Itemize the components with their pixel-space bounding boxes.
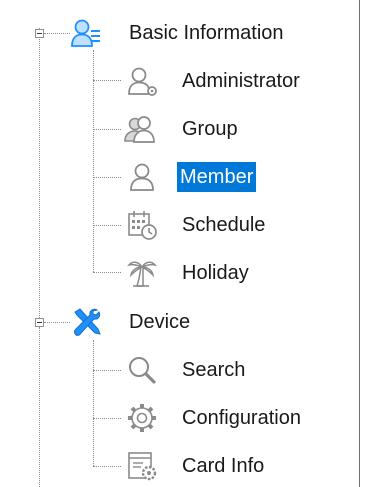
magnifier-icon	[126, 354, 158, 386]
tools-icon	[71, 306, 103, 338]
palm-tree-icon	[126, 257, 158, 289]
tree-connector	[39, 327, 40, 487]
tree-node-label: Search	[182, 359, 246, 381]
tree-connector	[93, 370, 121, 371]
tree-connector	[93, 129, 121, 130]
tree-connector	[39, 28, 40, 322]
tree-node-label: Holiday	[182, 262, 249, 284]
tree-connector	[93, 177, 121, 178]
tree-connector	[93, 50, 94, 272]
tree-node-label: Device	[129, 311, 191, 333]
tree-node-label: Basic Information	[129, 22, 284, 44]
tree-connector	[93, 225, 121, 226]
admin-user-icon	[126, 65, 158, 97]
member-icon	[126, 161, 158, 193]
expand-collapse-button-basic-information[interactable]	[35, 29, 44, 38]
calendar-clock-icon	[126, 209, 158, 241]
tree-node-label: Administrator	[182, 70, 300, 92]
tree-node-label-selected: Member	[177, 162, 257, 192]
group-icon	[124, 113, 156, 145]
tree-connector	[93, 272, 121, 273]
users-list-icon	[70, 17, 102, 49]
tree-node-label: Configuration	[182, 407, 301, 429]
tree-connector	[93, 340, 94, 466]
tree-connector	[44, 322, 70, 323]
tree-connector	[44, 33, 70, 34]
tree-connector	[93, 80, 121, 81]
tree-connector	[93, 418, 121, 419]
expand-collapse-button-device[interactable]	[35, 318, 44, 327]
tree-view-right-border	[359, 0, 360, 487]
tree-connector	[93, 466, 121, 467]
gear-icon	[126, 402, 158, 434]
tree-node-label: Card Info	[182, 455, 265, 477]
tree-node-label: Group	[182, 118, 238, 140]
tree-view[interactable]: Basic Information Administrator Group Me…	[0, 0, 369, 487]
tree-node-label: Schedule	[182, 214, 266, 236]
card-settings-icon	[126, 450, 158, 482]
